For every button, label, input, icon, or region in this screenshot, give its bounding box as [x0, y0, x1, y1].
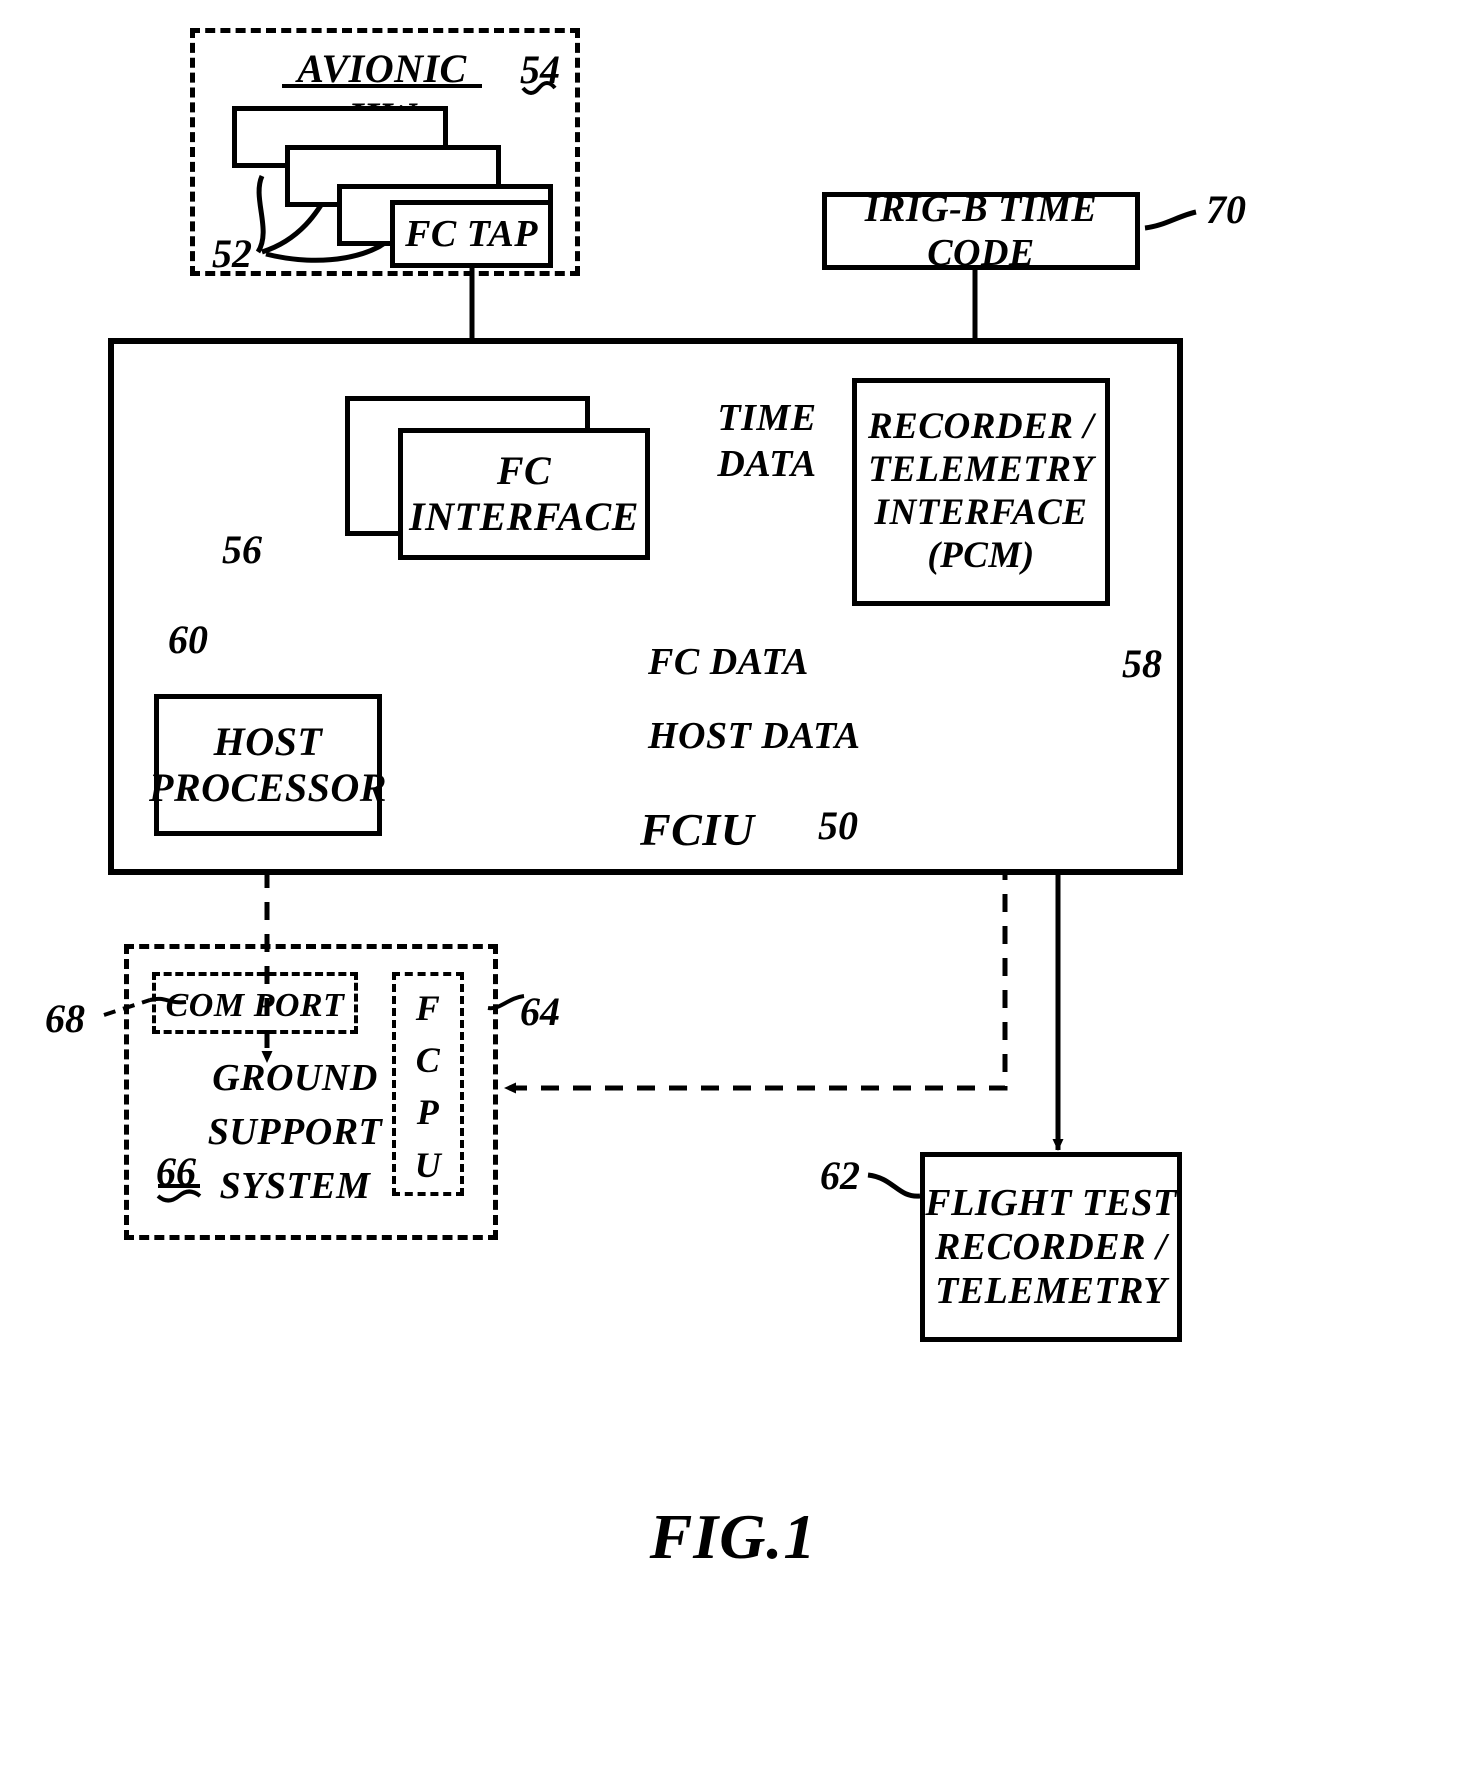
recorder-telemetry-interface-ref: 58: [1122, 641, 1162, 686]
fc-interface-ref: 56: [222, 527, 262, 572]
irig-b-time-code-block: IRIG-B TIME CODE: [822, 188, 1140, 274]
avionic-lru-stack-ref: 52: [212, 231, 252, 276]
fc-interface-label: FC INTERFACE: [409, 447, 639, 539]
fc-tap-block: FC TAP: [390, 200, 553, 268]
recorder-telemetry-interface-label: RECORDER / TELEMETRY INTERFACE (PCM): [867, 406, 1095, 576]
avionic-hw-ref: 54: [520, 47, 560, 92]
patent-figure-page: AVIONIC HW 54 52 FC TAP IRIG-B TIME CODE…: [0, 0, 1466, 1781]
host-processor-ref: 60: [168, 617, 208, 662]
com-port-ref: 68: [45, 996, 85, 1041]
time-data-label: TIME DATA: [717, 397, 817, 485]
flight-test-recorder-ref: 62: [820, 1153, 860, 1198]
fcpu-ref: 64: [520, 989, 560, 1034]
flight-test-recorder-label: FLIGHT TEST RECORDER / TELEMETRY: [925, 1181, 1177, 1313]
figure-title: FIG.1: [649, 1501, 817, 1572]
fcpu-label: F C P U: [414, 988, 442, 1185]
host-data-label: HOST DATA: [648, 715, 861, 757]
com-port-label: COM PORT: [165, 987, 345, 1024]
fc-data-label: FC DATA: [648, 641, 809, 683]
irig-b-ref: 70: [1206, 187, 1246, 232]
recorder-telemetry-interface-block: RECORDER / TELEMETRY INTERFACE (PCM): [852, 378, 1110, 606]
irig-b-label: IRIG-B TIME CODE: [864, 187, 1098, 274]
flight-test-recorder-block: FLIGHT TEST RECORDER / TELEMETRY: [920, 1152, 1182, 1342]
fc-tap-label: FC TAP: [405, 212, 538, 255]
ground-support-system-ref: 66: [156, 1149, 196, 1194]
fciu-ref: 50: [818, 803, 858, 848]
fc-interface-block: FC INTERFACE: [398, 428, 650, 560]
host-processor-label: HOST PROCESSOR: [149, 718, 387, 810]
host-processor-block: HOST PROCESSOR: [149, 694, 386, 836]
ground-support-system-label: GROUND SUPPORT SYSTEM: [207, 1057, 383, 1207]
